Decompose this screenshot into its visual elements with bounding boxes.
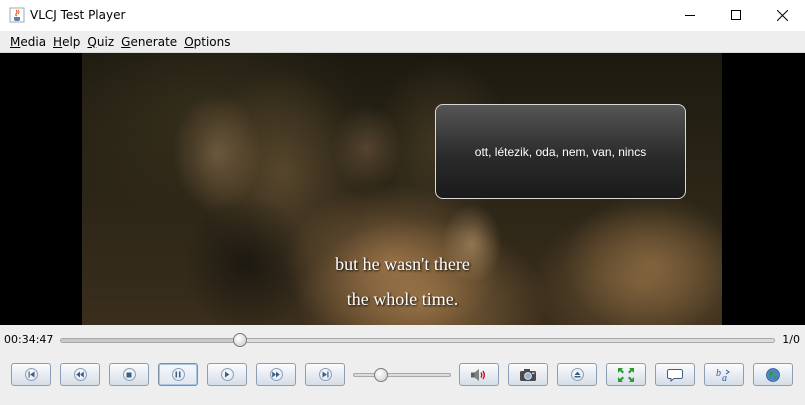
camera-icon (520, 368, 536, 381)
menu-generate-label: enerate (130, 34, 178, 49)
fast-forward-icon (269, 368, 283, 381)
track-count: 1/0 (782, 333, 800, 346)
menu-quiz-label: uiz (96, 34, 115, 49)
title-bar: VLCJ Test Player (0, 0, 805, 31)
close-button[interactable] (759, 0, 805, 30)
seek-progress (61, 339, 241, 342)
svg-text:b: b (716, 368, 721, 379)
eject-button[interactable] (557, 363, 597, 386)
window-title: VLCJ Test Player (30, 8, 126, 22)
skip-forward-icon (318, 368, 332, 381)
menu-help-mnemonic: H (53, 34, 63, 49)
play-icon (220, 368, 234, 381)
seek-thumb[interactable] (233, 333, 248, 347)
volume-thumb[interactable] (374, 368, 389, 382)
svg-text:a: a (722, 373, 727, 383)
control-panel: 00:34:47 1/0 b a (0, 325, 805, 405)
snapshot-button[interactable] (508, 363, 548, 386)
fullscreen-button[interactable] (606, 363, 646, 386)
previous-chapter-button[interactable] (11, 363, 51, 386)
elapsed-time: 00:34:47 (4, 333, 54, 346)
seek-slider[interactable] (60, 338, 775, 343)
minimize-button[interactable] (667, 0, 713, 30)
skip-back-icon (24, 368, 38, 381)
maximize-icon (731, 10, 741, 20)
speech-bubble-icon (667, 368, 683, 382)
menu-quiz-mnemonic: Q (87, 34, 97, 49)
stop-icon (122, 368, 136, 381)
menu-quiz[interactable]: Quiz (87, 35, 114, 49)
next-chapter-button[interactable] (305, 363, 345, 386)
pause-button[interactable] (158, 363, 198, 386)
menu-media-mnemonic: M (10, 34, 21, 49)
web-button[interactable] (753, 363, 793, 386)
video-figure (332, 103, 402, 193)
menu-generate[interactable]: Generate (121, 35, 177, 49)
subtitle-line-1: but he wasn't there (335, 254, 470, 274)
eject-icon (570, 368, 584, 381)
java-cup-icon (9, 7, 25, 23)
pause-icon (171, 368, 185, 381)
video-surface[interactable]: ott, létezik, oda, nem, van, nincs but h… (0, 53, 805, 325)
subtitle-line-2: the whole time. (346, 289, 459, 309)
menu-media-label: edia (20, 34, 47, 49)
word-popup[interactable]: ott, létezik, oda, nem, van, nincs (435, 104, 686, 199)
fast-forward-button[interactable] (256, 363, 296, 386)
menu-options-mnemonic: O (184, 34, 194, 49)
fullscreen-icon (618, 367, 634, 382)
rewind-button[interactable] (60, 363, 100, 386)
subtitles-button[interactable] (655, 363, 695, 386)
menu-options[interactable]: Options (184, 35, 230, 49)
menu-help[interactable]: Help (53, 35, 80, 49)
volume-slider[interactable] (353, 373, 451, 377)
speaker-icon (471, 368, 485, 381)
close-icon (776, 9, 788, 21)
play-button[interactable] (207, 363, 247, 386)
translate-button[interactable]: b a (704, 363, 744, 386)
word-popup-text: ott, létezik, oda, nem, van, nincs (474, 144, 647, 159)
menu-media[interactable]: Media (10, 35, 46, 49)
rewind-icon (73, 368, 87, 381)
mute-button[interactable] (459, 363, 499, 386)
menu-help-label: elp (62, 34, 81, 49)
maximize-button[interactable] (713, 0, 759, 30)
menu-bar: Media Help Quiz Generate Options (0, 31, 805, 53)
menu-options-label: ptions (193, 34, 231, 49)
stop-button[interactable] (109, 363, 149, 386)
translate-icon: b a (716, 368, 730, 383)
globe-icon (766, 367, 780, 382)
minimize-icon (685, 15, 695, 16)
